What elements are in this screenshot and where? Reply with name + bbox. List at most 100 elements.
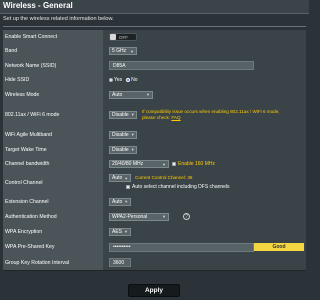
row-smart-connect: Enable Smart Connect OFF (3, 30, 306, 45)
row-channel-bandwidth: Channel bandwidth 20/40/80 MHz ▼ Enable … (3, 157, 306, 172)
footer: Apply (0, 280, 309, 300)
twt-select-value: Disable (112, 146, 129, 153)
chevron-down-icon: ▼ (124, 229, 128, 234)
wireless-mode-select[interactable]: Auto ▼ (109, 90, 153, 99)
row-key-rotation: Group Key Rotation Interval 3600 (3, 255, 306, 271)
chevron-down-icon: ▼ (162, 161, 166, 167)
page-subtitle: Set up the wireless related information … (3, 16, 114, 22)
divider (3, 26, 306, 27)
wireless-mode-select-value: Auto (112, 91, 123, 98)
band-select-value: 5 GHz (112, 48, 127, 54)
wifi6-label: 802.11ax / WiFi 6 mode (3, 102, 103, 127)
wifi6-select[interactable]: Disable ▼ (109, 110, 137, 119)
chevron-down-icon: ▼ (124, 175, 129, 181)
psk-label: WPA Pre-Shared Key (3, 239, 103, 255)
encryption-label: WPA Encryption (3, 224, 103, 239)
smart-connect-label: Enable Smart Connect (3, 30, 103, 44)
chevron-down-icon: ▼ (130, 132, 135, 137)
ext-channel-value: Auto ▼ (103, 194, 306, 209)
twt-label: Target Wake Time (3, 142, 103, 157)
page-header: Wireless - General (0, 0, 309, 14)
auth-select-value: WPA2-Personal (112, 213, 148, 220)
ssid-input[interactable]: D85A (109, 61, 254, 70)
wifi6-select-value: Disable (112, 111, 129, 118)
twt-value: Disable ▼ (103, 142, 306, 157)
toggle-state-text: OFF (119, 34, 128, 40)
smart-connect-toggle[interactable]: OFF (109, 33, 137, 41)
row-target-wake-time: Target Wake Time Disable ▼ (3, 142, 306, 158)
chevron-down-icon: ▼ (124, 199, 129, 204)
hide-ssid-no-radio[interactable] (126, 78, 131, 82)
control-channel-select-value: Auto (112, 175, 123, 181)
row-agile-multiband: WiFi Agile Multiband Disable ▼ (3, 127, 306, 143)
control-channel-line: Auto ▼ Current Control Channel: 36 (109, 174, 234, 182)
dfs-checkbox[interactable] (126, 185, 130, 189)
faq-link[interactable]: FAQ (171, 115, 180, 120)
dfs-label: Auto select channel including DFS channe… (132, 184, 230, 190)
row-hide-ssid: Hide SSID Yes No (3, 73, 306, 88)
multiband-select[interactable]: Disable ▼ (109, 130, 137, 139)
multiband-label: WiFi Agile Multiband (3, 127, 103, 142)
ssid-value: D85A (103, 58, 306, 73)
chevron-down-icon: ▼ (130, 112, 135, 117)
band-value: 5 GHz ▼ (103, 44, 306, 58)
row-wireless-mode: Wireless Mode Auto ▼ (3, 87, 306, 103)
rotation-label: Group Key Rotation Interval (3, 255, 103, 270)
twt-select[interactable]: Disable ▼ (109, 145, 137, 154)
row-wifi6-mode: 802.11ax / WiFi 6 mode Disable ▼ If comp… (3, 102, 306, 128)
psk-value: •••••••••• Good (103, 239, 306, 255)
chevron-down-icon: ▼ (130, 48, 134, 54)
auth-label: Authentication Method (3, 209, 103, 224)
apply-button[interactable]: Apply (128, 284, 180, 297)
bandwidth-label: Channel bandwidth (3, 157, 103, 171)
rotation-value: 3600 (103, 255, 306, 270)
control-channel-value: Auto ▼ Current Control Channel: 36 Auto … (103, 171, 306, 194)
hide-ssid-value: Yes No (103, 73, 306, 87)
rotation-input[interactable]: 3600 (109, 258, 131, 267)
multiband-select-value: Disable (112, 131, 129, 138)
wifi6-warning-text: If compatibility issue occurs when enabl… (142, 108, 280, 120)
row-auth-method: Authentication Method WPA2-Personal ▼ ? (3, 209, 306, 225)
row-psk: WPA Pre-Shared Key •••••••••• Good (3, 239, 306, 256)
ext-channel-label: Extension Channel (3, 194, 103, 209)
hide-ssid-label: Hide SSID (3, 73, 103, 87)
password-strength-badge: Good (254, 243, 304, 251)
hide-ssid-yes-label: Yes (114, 77, 123, 83)
band-label: Band (3, 44, 103, 58)
wireless-mode-label: Wireless Mode (3, 87, 103, 102)
wireless-mode-value: Auto ▼ (103, 87, 306, 102)
bandwidth-value: 20/40/80 MHz ▼ Enable 160 MHz (103, 157, 306, 171)
multiband-value: Disable ▼ (103, 127, 306, 142)
help-icon[interactable]: ? (183, 213, 190, 220)
ext-channel-select[interactable]: Auto ▼ (109, 197, 131, 206)
chevron-down-icon: ▼ (146, 92, 150, 97)
settings-table: Enable Smart Connect OFF Band 5 GHz ▼ Ne… (3, 30, 306, 280)
chevron-down-icon: ▼ (162, 214, 166, 219)
toggle-knob (110, 34, 116, 40)
bandwidth-select[interactable]: 20/40/80 MHz ▼ (109, 160, 169, 168)
wifi6-value: Disable ▼ If compatibility issue occurs … (103, 102, 306, 127)
band-select[interactable]: 5 GHz ▼ (109, 47, 137, 55)
row-band: Band 5 GHz ▼ (3, 44, 306, 59)
chevron-down-icon: ▼ (130, 147, 135, 152)
page-title: Wireless - General (3, 1, 73, 10)
encryption-select-value: AES (112, 228, 123, 235)
row-ssid: Network Name (SSID) D85A (3, 58, 306, 74)
control-channel-group: Auto ▼ Current Control Channel: 36 Auto … (109, 174, 234, 190)
bandwidth-select-value: 20/40/80 MHz (112, 161, 144, 167)
control-channel-label: Control Channel (3, 171, 103, 194)
row-control-channel: Control Channel Auto ▼ Current Control C… (3, 171, 306, 195)
row-wpa-encryption: WPA Encryption AES ▼ (3, 224, 306, 240)
wifi6-warning: If compatibility issue occurs when enabl… (142, 109, 292, 121)
current-channel-text: Current Control Channel: 36 (135, 175, 193, 180)
encryption-value: AES ▼ (103, 224, 306, 239)
encryption-select[interactable]: AES ▼ (109, 227, 131, 236)
auth-value: WPA2-Personal ▼ ? (103, 209, 306, 224)
enable-160-checkbox[interactable] (172, 162, 176, 166)
auth-select[interactable]: WPA2-Personal ▼ (109, 212, 169, 221)
psk-input[interactable]: •••••••••• (109, 242, 254, 252)
hide-ssid-yes-radio[interactable] (109, 78, 113, 82)
ext-channel-select-value: Auto (112, 198, 123, 205)
enable-160-label: Enable 160 MHz (178, 161, 215, 167)
control-channel-select[interactable]: Auto ▼ (109, 174, 131, 182)
